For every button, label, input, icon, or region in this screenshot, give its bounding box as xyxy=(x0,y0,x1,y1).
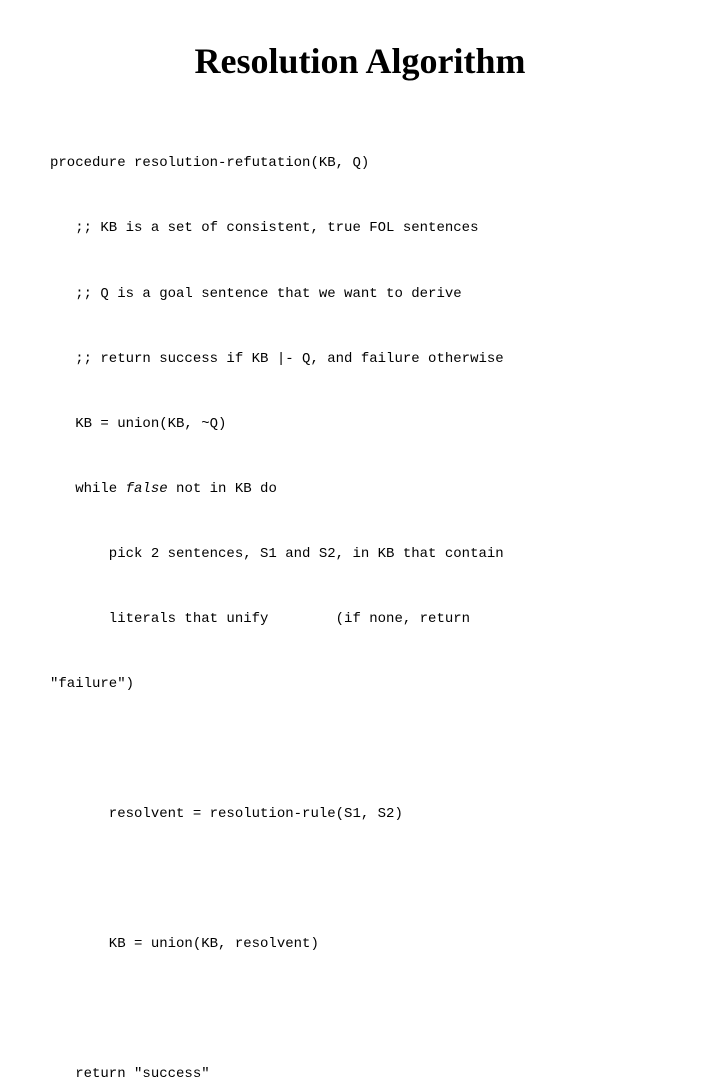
code-line-4: ;; return success if KB |- Q, and failur… xyxy=(50,349,670,371)
code-block: procedure resolution-refutation(KB, Q) ;… xyxy=(50,110,670,1080)
code-line-8: literals that unify (if none, return xyxy=(50,609,670,631)
code-line-11: resolvent = resolution-rule(S1, S2) xyxy=(50,804,670,826)
code-line-6: while false not in KB do xyxy=(50,479,670,501)
code-line-9: "failure") xyxy=(50,674,670,696)
code-line-12 xyxy=(50,869,670,891)
code-line-13: KB = union(KB, resolvent) xyxy=(50,934,670,956)
slide: Resolution Algorithm procedure resolutio… xyxy=(0,0,720,540)
italic-false: false xyxy=(126,481,168,497)
code-line-14 xyxy=(50,999,670,1021)
code-line-1: procedure resolution-refutation(KB, Q) xyxy=(50,153,670,175)
code-line-5: KB = union(KB, ~Q) xyxy=(50,414,670,436)
code-line-15: return "success" xyxy=(50,1064,670,1080)
code-line-3: ;; Q is a goal sentence that we want to … xyxy=(50,284,670,306)
code-line-2: ;; KB is a set of consistent, true FOL s… xyxy=(50,218,670,240)
slide-title: Resolution Algorithm xyxy=(50,40,670,82)
code-line-10 xyxy=(50,739,670,761)
code-line-7: pick 2 sentences, S1 and S2, in KB that … xyxy=(50,544,670,566)
